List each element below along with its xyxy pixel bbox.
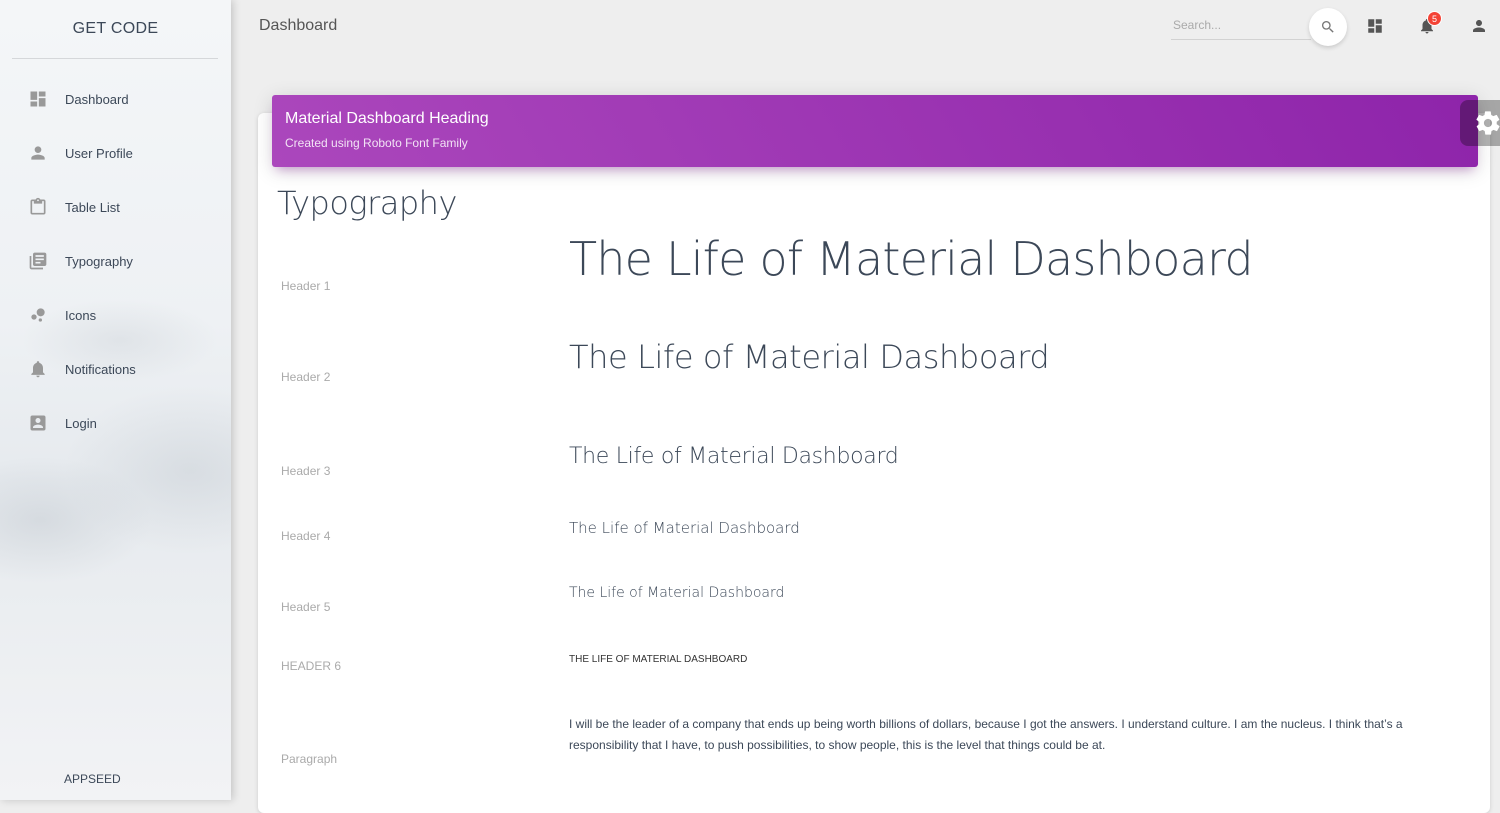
notification-badge: 5: [1427, 11, 1442, 26]
sidebar: GET CODE Dashboard User Profile Table Li…: [0, 0, 231, 800]
row-label-header-3: Header 3: [281, 464, 331, 478]
bubble-chart-icon: [27, 304, 49, 326]
sidebar-footer-link[interactable]: APPSEED: [64, 772, 121, 786]
sidebar-item-label: Notifications: [65, 361, 136, 377]
dashboard-button[interactable]: [1363, 14, 1387, 38]
brand-link[interactable]: GET CODE: [0, 0, 231, 58]
sidebar-item-label: Icons: [65, 307, 97, 323]
page-title[interactable]: Dashboard: [259, 17, 337, 35]
row-label-paragraph: Paragraph: [281, 752, 338, 766]
sidebar-item-user-profile[interactable]: User Profile: [0, 126, 231, 180]
row-label-header-6: HEADER 6: [281, 659, 342, 673]
sidebar-item-table-list[interactable]: Table List: [0, 180, 231, 234]
settings-toggle[interactable]: [1460, 100, 1500, 146]
clipboard-icon: [27, 196, 49, 218]
gear-icon: [1474, 109, 1500, 137]
sidebar-nav: Dashboard User Profile Table List Typogr…: [0, 72, 231, 450]
sidebar-item-login[interactable]: Login: [0, 396, 231, 450]
sidebar-item-dashboard[interactable]: Dashboard: [0, 72, 231, 126]
sidebar-item-notifications[interactable]: Notifications: [0, 342, 231, 396]
library-books-icon: [27, 250, 49, 272]
sample-header-4: The Life of Material Dashboard: [569, 519, 800, 537]
sidebar-item-label: Typography: [65, 253, 133, 269]
account-box-icon: [27, 412, 49, 434]
sidebar-item-label: Table List: [65, 199, 120, 215]
search-icon: [1320, 19, 1336, 35]
brand-divider: [12, 58, 218, 59]
row-label-header-4: Header 4: [281, 529, 331, 543]
sidebar-item-typography[interactable]: Typography: [0, 234, 231, 288]
person-icon: [27, 142, 49, 164]
dashboard-icon: [1366, 17, 1384, 35]
search-button[interactable]: [1309, 8, 1347, 46]
bell-icon: [27, 358, 49, 380]
sidebar-item-label: Dashboard: [65, 91, 129, 107]
row-label-header-2: Header 2: [281, 370, 331, 384]
search-field: [1171, 12, 1311, 40]
sample-header-3: The Life of Material Dashboard: [569, 444, 899, 469]
sample-header-2: The Life of Material Dashboard: [569, 338, 1050, 376]
sidebar-item-icons[interactable]: Icons: [0, 288, 231, 342]
card-header: Material Dashboard Heading Created using…: [272, 95, 1478, 167]
sample-header-1: The Life of Material Dashboard: [569, 232, 1254, 286]
sample-header-5: The Life of Material Dashboard: [569, 585, 785, 601]
person-icon: [1470, 17, 1488, 35]
row-label-header-5: Header 5: [281, 600, 331, 614]
search-input[interactable]: [1171, 12, 1311, 38]
sidebar-item-label: User Profile: [65, 145, 133, 161]
sample-paragraph: I will be the leader of a company that e…: [569, 717, 1403, 752]
card-category: Created using Roboto Font Family: [285, 136, 468, 150]
sample-header-6: The Life of Material Dashboard: [569, 654, 748, 665]
card-title: Material Dashboard Heading: [285, 110, 489, 127]
section-title: Typography: [277, 184, 457, 222]
user-menu-button[interactable]: [1467, 14, 1491, 38]
sidebar-item-label: Login: [65, 415, 97, 431]
dashboard-icon: [27, 88, 49, 110]
row-label-header-1: Header 1: [281, 279, 331, 293]
